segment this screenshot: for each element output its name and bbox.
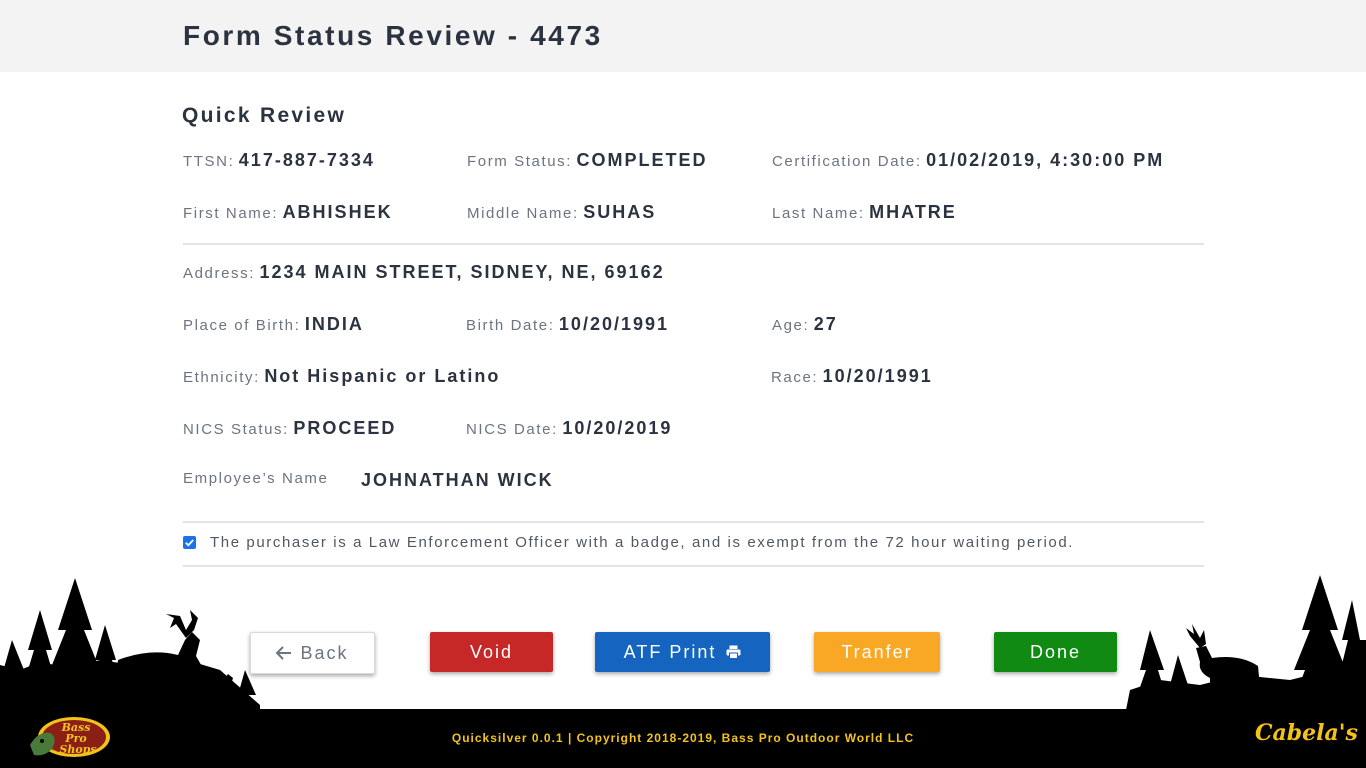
done-button-label: Done	[1029, 641, 1082, 662]
address-label: Address:	[183, 265, 255, 282]
age-field: Age: 27	[772, 314, 838, 335]
ethnicity-label: Ethnicity:	[183, 369, 260, 386]
law-enforcement-text: The purchaser is a Law Enforcement Offic…	[210, 534, 1075, 551]
birth-date-field: Birth Date: 10/20/1991	[466, 314, 669, 335]
back-button[interactable]: Back	[250, 632, 375, 674]
ttsn-value: 417-887-7334	[238, 150, 375, 170]
nics-status-field: NICS Status: PROCEED	[183, 418, 396, 439]
last-name-field: Last Name: MHATRE	[772, 202, 957, 223]
page-footer: Bass Pro Shops Quicksilver 0.0.1 | Copyr…	[0, 709, 1366, 768]
last-name-label: Last Name:	[772, 205, 865, 222]
first-name-field: First Name: ABHISHEK	[183, 202, 393, 223]
void-button[interactable]: Void	[430, 632, 553, 672]
nics-date-value: 10/20/2019	[562, 418, 673, 438]
ethnicity-value: Not Hispanic or Latino	[264, 366, 501, 386]
form-status-field: Form Status: COMPLETED	[467, 150, 708, 171]
ttsn-field: TTSN: 417-887-7334	[183, 150, 375, 171]
middle-name-value: SUHAS	[583, 202, 657, 222]
ethnicity-field: Ethnicity: Not Hispanic or Latino	[183, 366, 500, 387]
place-of-birth-value: INDIA	[304, 314, 364, 334]
quick-review-title: Quick Review	[182, 104, 347, 127]
address-value: 1234 MAIN STREET, SIDNEY, NE, 69162	[259, 262, 665, 282]
transfer-button-label: Tranfer	[841, 641, 913, 662]
age-value: 27	[813, 314, 838, 334]
printer-icon	[726, 645, 741, 659]
done-button[interactable]: Done	[994, 632, 1117, 672]
page-header: Form Status Review - 4473	[0, 0, 1366, 72]
last-name-value: MHATRE	[869, 202, 957, 222]
cabelas-logo: Cabela's	[1255, 720, 1358, 746]
ttsn-label: TTSN:	[183, 153, 235, 170]
race-value: 10/20/1991	[822, 366, 933, 386]
employee-name-value: JOHNATHAN WICK	[361, 470, 554, 490]
law-enforcement-checkbox[interactable]	[183, 536, 196, 549]
void-button-label: Void	[469, 641, 514, 662]
place-of-birth-label: Place of Birth:	[183, 317, 301, 334]
birth-date-value: 10/20/1991	[558, 314, 670, 334]
race-label: Race:	[771, 369, 819, 386]
certification-date-field: Certification Date: 01/02/2019, 4:30:00 …	[772, 150, 1164, 171]
section-divider	[183, 243, 1204, 245]
nics-date-field: NICS Date: 10/20/2019	[466, 418, 672, 439]
arrow-left-icon	[276, 646, 292, 660]
age-label: Age:	[772, 317, 810, 334]
certification-date-value: 01/02/2019, 4:30:00 PM	[926, 150, 1165, 170]
employee-name-field: Employee’s Name	[183, 470, 328, 488]
first-name-value: ABHISHEK	[282, 202, 393, 222]
nics-date-label: NICS Date:	[466, 421, 558, 438]
nics-status-value: PROCEED	[293, 418, 397, 438]
employee-name-value-wrap: JOHNATHAN WICK	[361, 470, 554, 491]
middle-name-label: Middle Name:	[467, 205, 579, 222]
first-name-label: First Name:	[183, 205, 279, 222]
check-icon	[185, 539, 194, 547]
page-title: Form Status Review - 4473	[183, 20, 603, 51]
divider-top-law	[183, 521, 1204, 523]
employee-name-label: Employee’s Name	[183, 470, 329, 487]
divider-bottom-law	[183, 565, 1204, 567]
birth-date-label: Birth Date:	[466, 317, 555, 334]
law-enforcement-row: The purchaser is a Law Enforcement Offic…	[183, 534, 1074, 551]
race-field: Race: 10/20/1991	[771, 366, 933, 387]
certification-date-label: Certification Date:	[772, 153, 922, 170]
form-status-label: Form Status:	[467, 153, 573, 170]
atf-print-button[interactable]: ATF Print	[595, 632, 770, 672]
atf-print-button-label: ATF Print	[623, 641, 717, 662]
transfer-button[interactable]: Tranfer	[814, 632, 940, 672]
form-status-value: COMPLETED	[576, 150, 708, 170]
middle-name-field: Middle Name: SUHAS	[467, 202, 656, 223]
back-button-label: Back	[300, 642, 349, 663]
nics-status-label: NICS Status:	[183, 421, 289, 438]
place-of-birth-field: Place of Birth: INDIA	[183, 314, 364, 335]
footer-copyright: Quicksilver 0.0.1 | Copyright 2018-2019,…	[451, 731, 915, 745]
address-field: Address: 1234 MAIN STREET, SIDNEY, NE, 6…	[183, 262, 665, 283]
